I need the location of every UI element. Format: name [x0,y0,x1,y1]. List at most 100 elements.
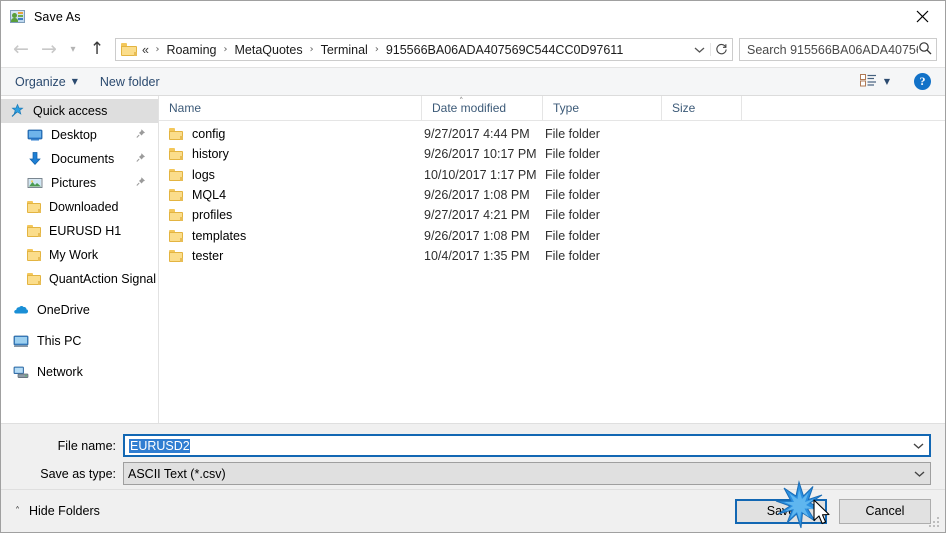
save-as-app-icon [10,9,26,25]
save-as-type-label: Save as type: [40,466,116,481]
table-row[interactable]: logs 10/10/2017 1:17 PM File folder [159,165,945,185]
column-header-size[interactable]: Size [662,95,742,121]
pin-icon[interactable] [136,177,146,190]
type-cell: File folder [545,147,600,162]
sidebar-item-this-pc[interactable]: This PC [1,329,158,353]
breadcrumb-item-metaquotes[interactable]: MetaQuotes [233,43,303,57]
this-pc-icon [13,333,29,349]
hide-folders-label: Hide Folders [29,504,100,518]
desktop-icon [27,127,43,143]
date-modified-cell: 10/10/2017 1:17 PM [424,167,537,182]
pin-icon[interactable] [136,153,146,166]
sidebar-item-my-work[interactable]: My Work [1,243,158,267]
table-row[interactable]: config 9/27/2017 4:44 PM File folder [159,124,945,144]
cancel-button[interactable]: Cancel [839,498,931,524]
sidebar-item-label: Desktop [51,128,97,142]
new-folder-button[interactable]: New folder [100,75,170,89]
breadcrumb-separator: › [223,44,228,55]
type-cell: File folder [545,228,600,243]
file-list-area: Name Date modified Type Size ˄ config 9/… [159,95,945,423]
type-cell: File folder [545,248,600,263]
type-cell: File folder [545,188,600,203]
column-header-date-modified[interactable]: Date modified [422,95,543,121]
chevron-down-icon: ▼ [71,77,78,86]
address-dropdown-chevron-icon[interactable] [688,46,710,54]
address-bar[interactable]: « › Roaming › MetaQuotes › Terminal › 91… [115,38,733,61]
date-modified-cell: 9/26/2017 1:08 PM [424,188,530,203]
sidebar-item-onedrive[interactable]: OneDrive [1,298,158,322]
network-icon [13,364,29,380]
table-row[interactable]: profiles 9/27/2017 4:21 PM File folder [159,205,945,225]
breadcrumb-item-terminal[interactable]: Terminal [320,43,369,57]
breadcrumb-item-roaming[interactable]: Roaming [165,43,217,57]
back-arrow-icon[interactable]: ← [7,37,35,63]
save-as-type-select[interactable]: ASCII Text (*.csv) [123,462,931,485]
folder-icon [27,225,41,237]
search-placeholder: Search 915566BA06ADA40756... [747,42,918,57]
sidebar-item-quantaction-signal[interactable]: QuantAction Signal [1,267,158,291]
folder-icon [27,249,41,261]
search-input[interactable]: Search 915566BA06ADA40756... [739,38,937,61]
file-name-text: history [192,147,229,162]
chevron-up-icon: ˄ [15,505,20,517]
chevron-down-icon[interactable] [907,442,929,450]
sidebar-item-label: Network [37,365,83,379]
organize-button[interactable]: Organize ▼ [15,75,88,89]
chevron-down-icon[interactable] [908,470,930,478]
file-name-input[interactable]: EURUSD2 [123,434,931,457]
file-name-text: logs [192,167,215,182]
file-name-value: EURUSD2 [125,438,907,453]
sidebar-item-label: OneDrive [37,303,90,317]
folder-icon [169,128,183,141]
pictures-icon [27,175,43,191]
date-modified-cell: 9/26/2017 10:17 PM [424,147,537,162]
breadcrumb: « › Roaming › MetaQuotes › Terminal › 91… [141,43,688,57]
file-name-cell: profiles [159,208,422,222]
pin-icon[interactable] [136,129,146,142]
documents-download-icon [27,151,43,167]
type-cell: File folder [545,127,600,142]
table-row[interactable]: tester 10/4/2017 1:35 PM File folder [159,246,945,266]
up-arrow-icon[interactable]: ↑ [83,37,111,63]
breadcrumb-item-instance[interactable]: 915566BA06ADA407569C544CC0D97611 [385,43,624,57]
close-icon[interactable] [899,1,945,32]
title-bar: Save As [1,1,945,32]
sidebar-item-pictures[interactable]: Pictures [1,171,158,195]
file-name-cell: MQL4 [159,188,422,202]
change-view-button[interactable]: ▼ [859,73,890,90]
file-name-text: MQL4 [192,188,227,203]
star-pin-icon [9,103,25,119]
file-name-selected-text: EURUSD2 [129,438,190,453]
recent-locations-chevron-icon[interactable]: ▾ [63,37,83,63]
save-as-dialog: Save As ← → ▾ ↑ « › Roaming › MetaQuotes… [0,0,946,533]
folder-icon [27,273,41,285]
type-cell: File folder [545,208,600,223]
table-row[interactable]: history 9/26/2017 10:17 PM File folder [159,144,945,164]
sidebar-item-label: Documents [51,152,115,166]
table-row[interactable]: templates 9/26/2017 1:08 PM File folder [159,225,945,245]
search-icon [918,41,932,58]
column-header-row: Name Date modified Type Size ˄ [159,95,945,121]
refresh-icon[interactable] [710,43,732,56]
file-name-text: config [192,127,226,142]
sidebar-item-desktop[interactable]: Desktop [1,123,158,147]
folder-icon [169,229,183,242]
hide-folders-button[interactable]: ˄ Hide Folders [15,504,100,518]
help-button[interactable]: ? [914,73,931,90]
sidebar-item-network[interactable]: Network [1,360,158,384]
save-button[interactable]: Save [735,498,827,524]
dialog-body: Quick access Desktop Documents Pictures … [1,95,945,423]
column-header-type[interactable]: Type [543,95,662,121]
folder-icon [169,189,183,202]
resize-grip[interactable] [929,517,941,529]
sidebar-item-quick-access[interactable]: Quick access [1,99,158,123]
save-as-type-row: Save as type: ASCII Text (*.csv) [1,462,945,485]
sidebar-item-documents[interactable]: Documents [1,147,158,171]
forward-arrow-icon[interactable]: → [35,37,63,63]
column-header-name[interactable]: Name [159,95,422,121]
sidebar-item-eurusd-h1[interactable]: EURUSD H1 [1,219,158,243]
table-row[interactable]: MQL4 9/26/2017 1:08 PM File folder [159,185,945,205]
sidebar-item-downloaded[interactable]: Downloaded [1,195,158,219]
folder-icon [27,201,41,213]
file-name-text: templates [192,228,247,243]
